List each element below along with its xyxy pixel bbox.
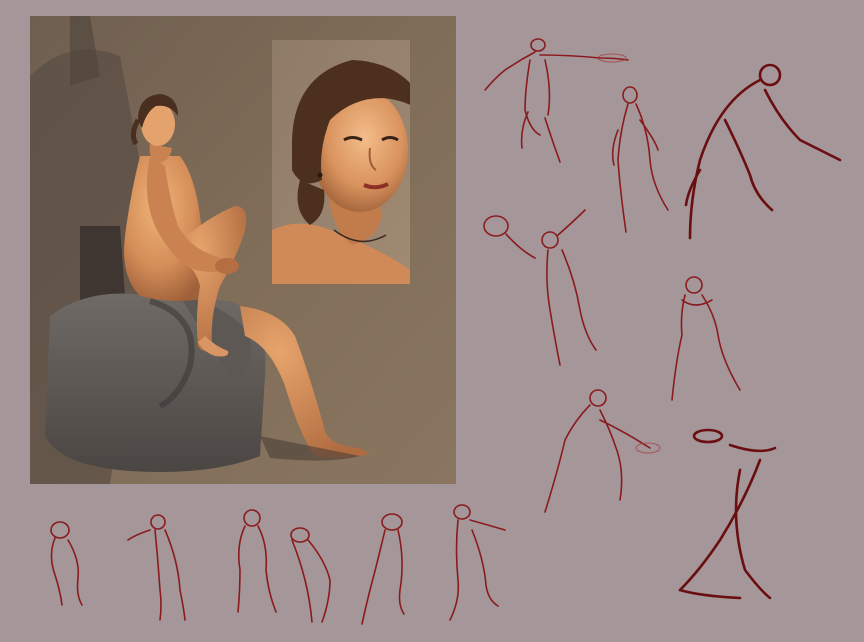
page: { "image": { "background_color": "#a5969… bbox=[0, 0, 864, 642]
gesture-sketch-row-1 bbox=[50, 521, 83, 606]
gesture-sketch-paddle bbox=[544, 389, 661, 513]
gesture-sketch-tennis bbox=[483, 209, 597, 366]
gesture-sketch-row-5 bbox=[361, 513, 405, 625]
gesture-sketch-kneeling bbox=[678, 428, 777, 600]
gesture-sketch-row-6 bbox=[449, 504, 506, 621]
portrait-inset bbox=[272, 40, 410, 284]
gesture-sketch-standing bbox=[611, 86, 669, 233]
gesture-sketch-row-2 bbox=[127, 514, 186, 621]
gesture-sketch-reaching bbox=[484, 38, 629, 163]
gesture-sketch-lunge bbox=[684, 63, 842, 240]
gesture-sketch-row-4 bbox=[290, 527, 331, 623]
gesture-sketch-boxer bbox=[671, 276, 741, 401]
gesture-sketch-row-3 bbox=[237, 509, 277, 613]
